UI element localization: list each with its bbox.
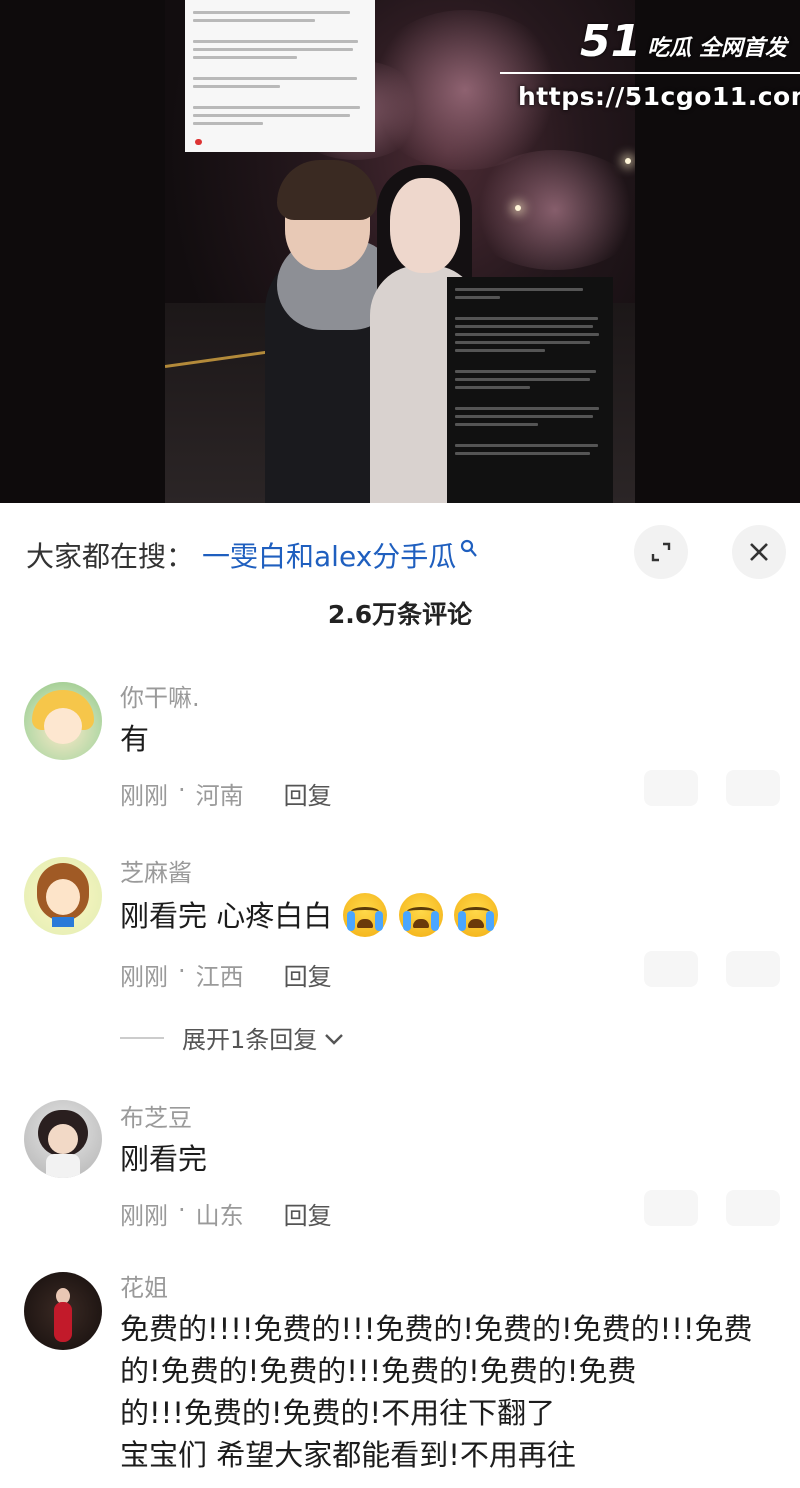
expand-divider [120, 1036, 164, 1039]
comment-text: 刚看完 [120, 1142, 208, 1176]
comment-text: 刚看完 心疼白白 [120, 899, 333, 933]
comment-meta: 刚刚 · 江西 回复 [120, 957, 332, 992]
dislike-button[interactable] [726, 770, 780, 806]
crying-emoji-icon [343, 893, 388, 937]
comment-text-line: 的!!!免费的!免费的!不用往下翻了 [120, 1396, 556, 1430]
reply-button[interactable]: 回复 [284, 1196, 332, 1231]
comment-actions [630, 951, 780, 991]
crying-emoji-icon [453, 893, 498, 937]
close-button[interactable] [732, 525, 786, 579]
comment-text-line: 免费的!!!!免费的!!!免费的!免费的!免费的!!!免费 [120, 1312, 753, 1346]
street-light [515, 205, 521, 211]
like-button[interactable] [644, 1190, 698, 1226]
meta-separator: · [178, 1196, 186, 1224]
cherry-blossom [465, 150, 635, 270]
like-button[interactable] [644, 951, 698, 987]
street-light [625, 158, 631, 164]
comment-count: 2.6万条评论 [327, 600, 473, 629]
dislike-button[interactable] [726, 1190, 780, 1226]
comment-username[interactable]: 布芝豆 [120, 1098, 192, 1133]
comment-text: 有 [120, 722, 150, 756]
comment-location: 江西 [195, 963, 244, 991]
dislike-button[interactable] [726, 951, 780, 987]
comment-meta: 刚刚 · 河南 回复 [120, 776, 332, 811]
comment-meta: 刚刚 · 山东 回复 [120, 1196, 332, 1231]
comment-time: 刚刚 [120, 782, 168, 810]
trending-search[interactable]: 大家都在搜： 一雯白和alex分手瓜 [26, 533, 478, 577]
comment-time: 刚刚 [120, 1202, 168, 1230]
avatar[interactable] [24, 1100, 102, 1178]
watermark-logo: 51 [580, 16, 642, 67]
heart-icon [195, 139, 202, 145]
woman-head [390, 178, 460, 273]
man-hair [277, 160, 377, 220]
post-photo[interactable]: 51 吃瓜 全网首发 https://51cgo11.com [0, 0, 800, 503]
avatar[interactable] [24, 682, 102, 760]
comment-username[interactable]: 你干嘛. [120, 678, 200, 713]
watermark-url: https://51cgo11.com [518, 82, 800, 111]
watermark: 51 吃瓜 全网首发 https://51cgo11.com [500, 14, 800, 114]
watermark-divider [500, 72, 800, 74]
comment-text-row: 刚看完 心疼白白 [120, 893, 780, 940]
like-button[interactable] [644, 770, 698, 806]
expand-icon [649, 540, 673, 564]
comment-text-line: 的!免费的!免费的!!!免费的!免费的!免费 [120, 1354, 637, 1388]
statement-card-dark [447, 277, 613, 503]
comment-location: 河南 [195, 782, 244, 810]
comment-actions [630, 770, 780, 810]
comment-location: 山东 [195, 1202, 244, 1230]
meta-separator: · [178, 776, 186, 804]
avatar[interactable] [24, 857, 102, 935]
comment-text: 免费的!!!!免费的!!!免费的!免费的!免费的!!!免费 的!免费的!免费的!… [120, 1308, 780, 1476]
comment-sheet: 大家都在搜： 一雯白和alex分手瓜 2.6万条评论 你干嘛. 有 刚刚 · 河… [0, 503, 800, 1488]
chevron-down-icon [323, 1024, 345, 1052]
watermark-brand: 吃瓜 全网首发 [647, 36, 787, 61]
expand-button[interactable] [634, 525, 688, 579]
statement-card-light [185, 0, 375, 152]
meta-separator: · [178, 957, 186, 985]
comment-username[interactable]: 芝麻酱 [120, 853, 192, 888]
reply-button[interactable]: 回复 [284, 957, 332, 992]
trending-search-prefix: 大家都在搜： [26, 540, 195, 573]
trending-search-term[interactable]: 一雯白和alex分手瓜 [202, 535, 456, 575]
reply-button[interactable]: 回复 [284, 776, 332, 811]
close-icon [748, 541, 770, 563]
crying-emoji-icon [398, 893, 443, 937]
comment-time: 刚刚 [120, 963, 168, 991]
expand-replies-label[interactable]: 展开1条回复 [182, 1020, 317, 1055]
comment-actions [630, 1190, 780, 1230]
expand-replies[interactable]: 展开1条回复 [120, 1020, 345, 1055]
search-icon[interactable] [460, 539, 478, 564]
comment-text-line: 宝宝们 希望大家都能看到!不用再往 [120, 1438, 576, 1472]
comment-username[interactable]: 花姐 [120, 1268, 168, 1303]
avatar[interactable] [24, 1272, 102, 1350]
